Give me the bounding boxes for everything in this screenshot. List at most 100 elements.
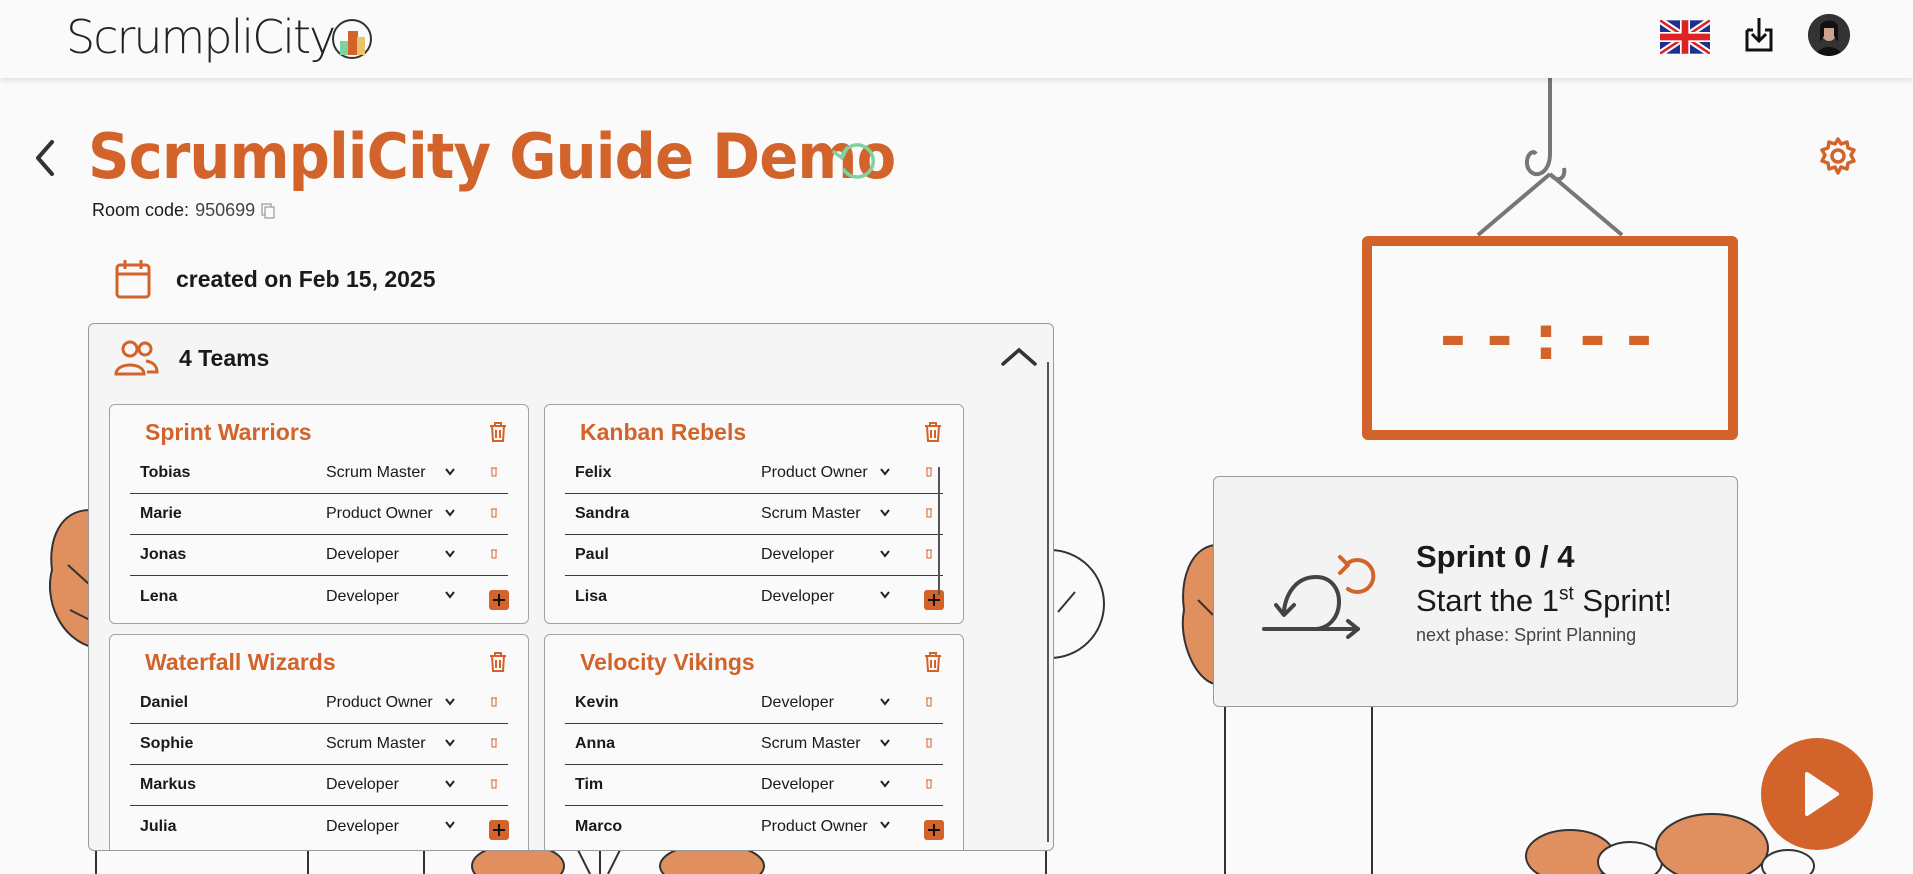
sprint-phase-prefix: Start the 1 (1416, 583, 1560, 618)
member-row: Tim Developer (565, 765, 943, 806)
chevron-down-icon[interactable] (879, 590, 891, 600)
member-name: Julia (140, 817, 177, 835)
trash-icon[interactable] (488, 651, 508, 673)
teams-panel: 4 Teams Sprint Warriors Tobias Scrum Mast… (88, 323, 1054, 851)
role-select[interactable]: Developer (761, 546, 834, 564)
uk-flag-icon[interactable] (1660, 20, 1710, 54)
member-row: Paul Developer (565, 535, 943, 576)
team-card: Kanban Rebels Felix Product Owner Sandra S… (544, 404, 964, 624)
team-name: Velocity Vikings (580, 649, 755, 675)
role-select[interactable]: Developer (326, 818, 399, 836)
chevron-down-icon[interactable] (444, 467, 456, 477)
trash-icon[interactable] (488, 421, 508, 443)
role-select[interactable]: Product Owner (761, 464, 868, 482)
add-member-icon[interactable] (489, 820, 509, 840)
member-list: Kevin Developer Anna Scrum Master Tim Devel… (565, 683, 944, 847)
trash-icon[interactable] (925, 736, 933, 748)
member-name: Lisa (575, 587, 608, 605)
team-card: Sprint Warriors Tobias Scrum Master Marie… (109, 404, 529, 624)
created-date: created on Feb 15, 2025 (114, 258, 436, 300)
role-select[interactable]: Developer (326, 546, 399, 564)
role-select[interactable]: Product Owner (761, 818, 868, 836)
trash-icon[interactable] (925, 777, 933, 789)
trash-icon[interactable] (490, 547, 498, 559)
team-card: Velocity Vikings Kevin Developer Anna Scru… (544, 634, 964, 850)
refresh-icon[interactable] (830, 134, 882, 186)
role-select[interactable]: Product Owner (326, 694, 433, 712)
team-name: Sprint Warriors (145, 419, 312, 445)
top-bar: ScrumpliCity (0, 0, 1913, 78)
card-scrollbar[interactable] (938, 467, 940, 595)
trash-icon[interactable] (923, 421, 943, 443)
member-row: Lisa Developer (565, 576, 944, 617)
sprint-phase-sup: st (1559, 583, 1574, 605)
role-select[interactable]: Developer (761, 694, 834, 712)
chevron-down-icon[interactable] (444, 508, 456, 518)
member-name: Jonas (140, 546, 187, 563)
member-name: Paul (575, 546, 609, 563)
member-row: Anna Scrum Master (565, 724, 943, 765)
role-select[interactable]: Developer (326, 776, 399, 794)
room-code: Room code: 950699 (92, 200, 275, 221)
role-select[interactable]: Product Owner (326, 505, 433, 523)
role-select[interactable]: Scrum Master (761, 505, 861, 523)
trash-icon[interactable] (925, 465, 933, 477)
trash-icon[interactable] (925, 695, 933, 707)
back-arrow-icon[interactable] (30, 138, 60, 178)
chevron-down-icon[interactable] (879, 738, 891, 748)
member-name: Lena (140, 587, 178, 605)
download-icon[interactable] (1741, 16, 1777, 54)
member-row: Tobias Scrum Master (130, 453, 508, 494)
chevron-down-icon[interactable] (444, 779, 456, 789)
chevron-down-icon[interactable] (879, 820, 891, 830)
chevron-down-icon[interactable] (444, 820, 456, 830)
role-select[interactable]: Developer (326, 588, 399, 606)
gear-icon[interactable] (1818, 136, 1858, 176)
role-select[interactable]: Developer (761, 588, 834, 606)
chevron-down-icon[interactable] (444, 697, 456, 707)
chevron-down-icon[interactable] (444, 590, 456, 600)
trash-icon[interactable] (490, 736, 498, 748)
trash-icon[interactable] (490, 777, 498, 789)
teams-scrollbar[interactable] (1047, 362, 1049, 842)
add-member-icon[interactable] (489, 590, 509, 610)
users-icon (114, 340, 159, 376)
start-sprint-button[interactable] (1761, 738, 1873, 850)
user-avatar[interactable] (1808, 14, 1850, 56)
member-name: Tim (575, 776, 604, 793)
sprint-phase: Start the 1st Sprint! (1416, 583, 1672, 619)
role-select[interactable]: Scrum Master (761, 735, 861, 753)
team-card: Waterfall Wizards Daniel Product Owner So… (109, 634, 529, 850)
role-select[interactable]: Scrum Master (326, 735, 426, 753)
member-list: Felix Product Owner Sandra Scrum Master Pa… (565, 453, 944, 617)
add-member-icon[interactable] (924, 820, 944, 840)
trash-icon[interactable] (490, 695, 498, 707)
calendar-icon (115, 260, 151, 299)
logo-text: ScrumpliCity (66, 10, 336, 64)
member-row: Julia Developer (130, 806, 509, 847)
member-name: Marie (140, 505, 182, 522)
member-name: Markus (140, 776, 197, 793)
app-logo[interactable]: ScrumpliCity (66, 8, 374, 66)
trash-icon[interactable] (490, 506, 498, 518)
chevron-down-icon[interactable] (879, 549, 891, 559)
trash-icon[interactable] (925, 547, 933, 559)
member-row: Sandra Scrum Master (565, 494, 943, 535)
chevron-down-icon[interactable] (444, 549, 456, 559)
copy-icon[interactable] (261, 202, 275, 219)
play-icon (1805, 772, 1839, 816)
chevron-down-icon[interactable] (879, 508, 891, 518)
member-row: Felix Product Owner (565, 453, 943, 494)
role-select[interactable]: Scrum Master (326, 464, 426, 482)
chevron-down-icon[interactable] (879, 779, 891, 789)
role-select[interactable]: Developer (761, 776, 834, 794)
trash-icon[interactable] (923, 651, 943, 673)
trash-icon[interactable] (490, 465, 498, 477)
add-member-icon[interactable] (924, 590, 944, 610)
chevron-down-icon[interactable] (444, 738, 456, 748)
chevron-down-icon[interactable] (879, 697, 891, 707)
chevron-up-icon[interactable] (999, 342, 1039, 370)
trash-icon[interactable] (925, 506, 933, 518)
team-name: Kanban Rebels (580, 419, 747, 445)
chevron-down-icon[interactable] (879, 467, 891, 477)
